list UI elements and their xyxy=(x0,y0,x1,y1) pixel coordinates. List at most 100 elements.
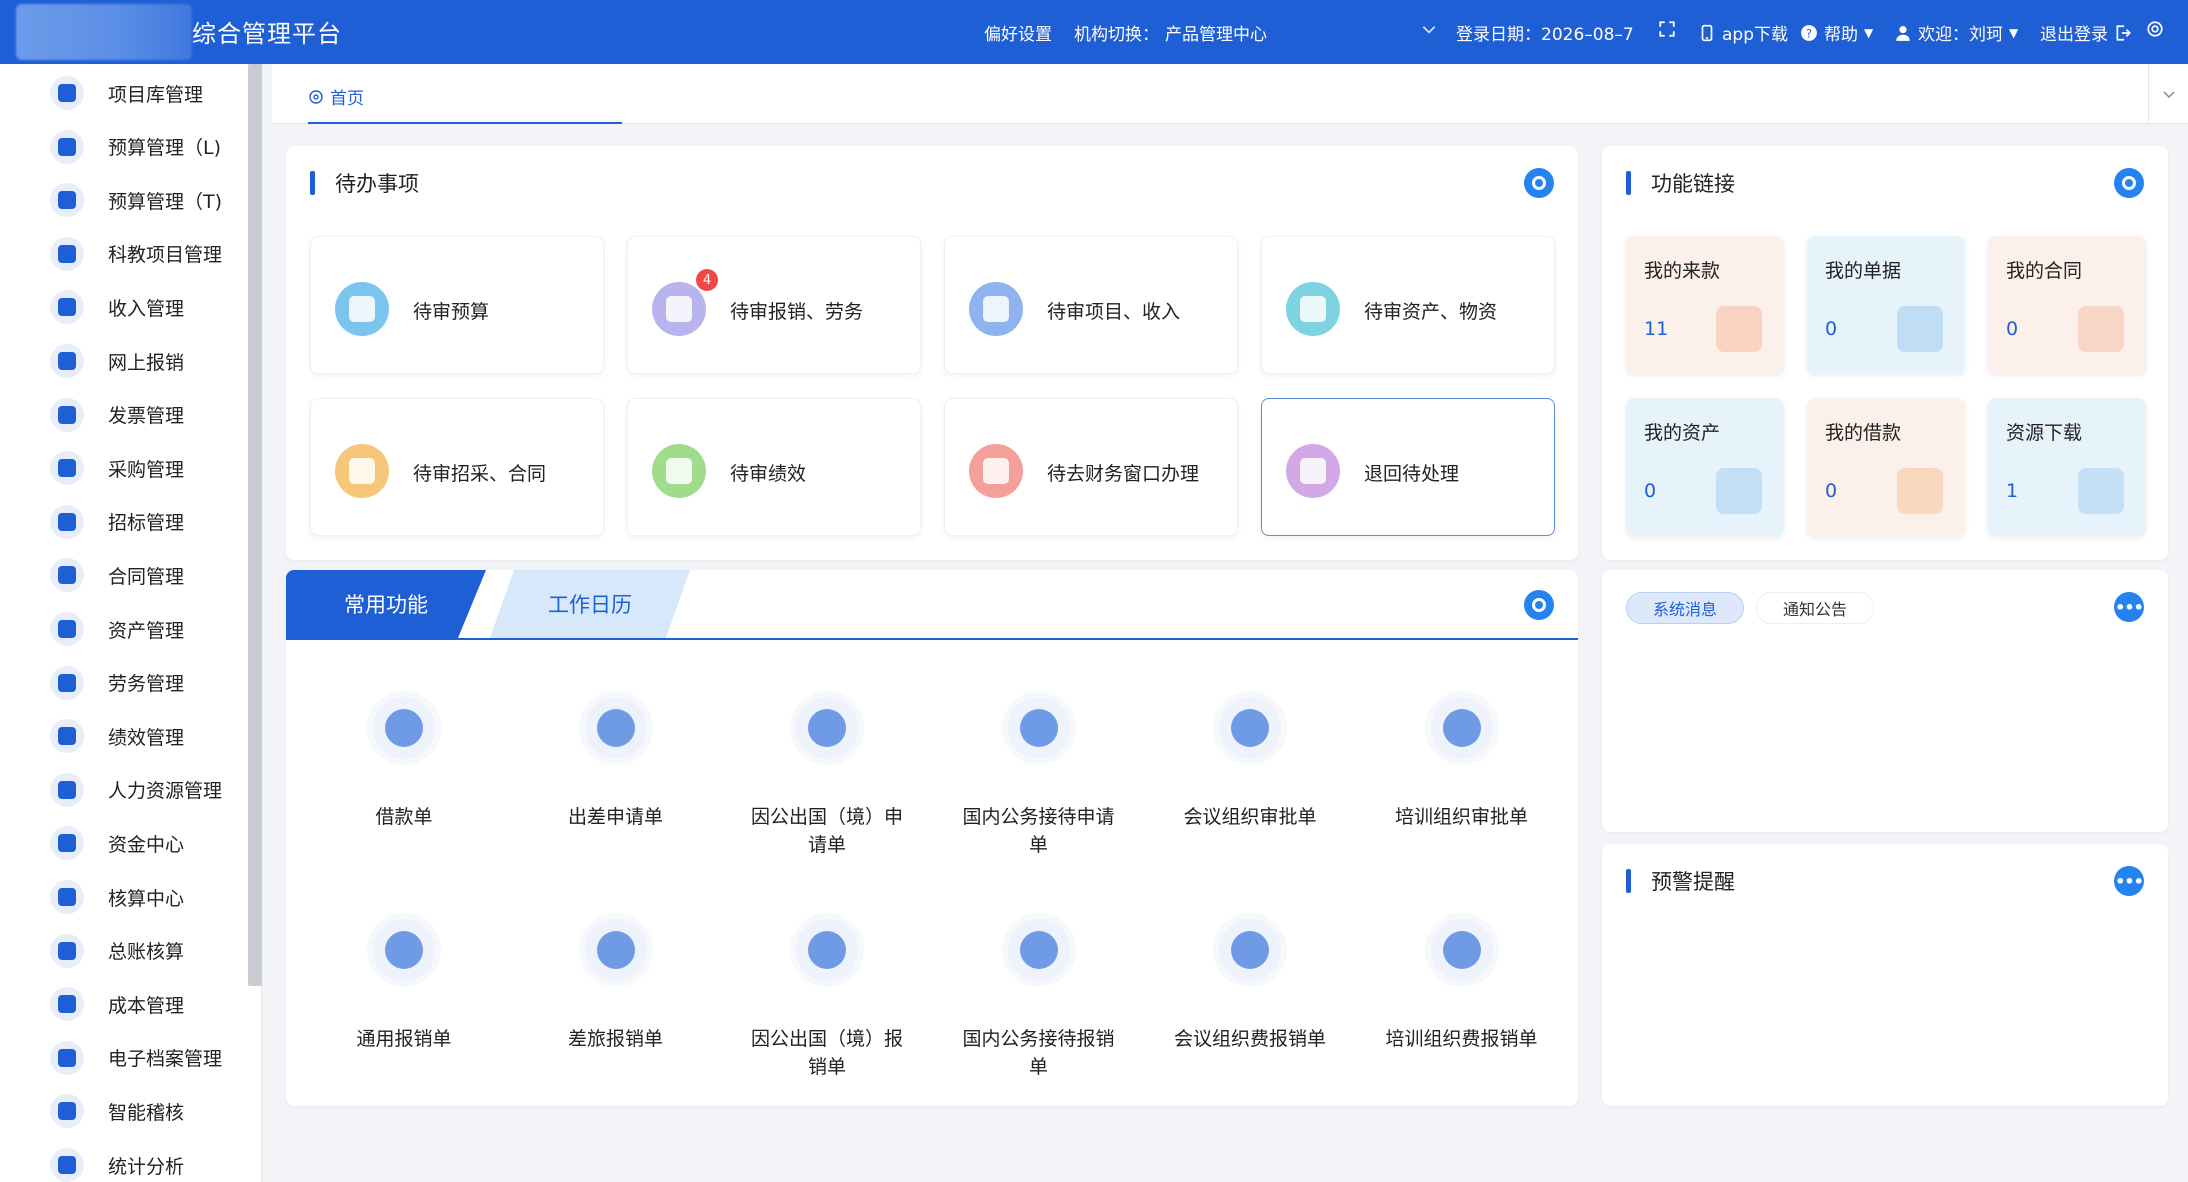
sidebar-item[interactable]: 采购管理 xyxy=(0,441,248,495)
link-card[interactable]: 我的来款 11 xyxy=(1626,236,1784,374)
help-caret-icon: ▼ xyxy=(1864,25,1874,40)
sidebar-item[interactable]: 发票管理 xyxy=(0,388,248,442)
tab-notices[interactable]: 通知公告 xyxy=(1756,592,1875,624)
link-decoration-icon xyxy=(1897,306,1943,352)
sidebar-menu-icon xyxy=(50,826,84,861)
todo-card[interactable]: 待审资产、物资 xyxy=(1261,236,1555,374)
function-label: 通用报销单 xyxy=(356,1028,452,1050)
todo-icon xyxy=(335,444,389,498)
sidebar-item[interactable]: 合同管理 xyxy=(0,548,248,602)
tab-work-calendar[interactable]: 工作日历 xyxy=(490,570,690,638)
link-title: 我的合同 xyxy=(2006,260,2083,282)
function-shortcut[interactable]: 培训组织审批单 xyxy=(1367,691,1557,831)
todo-card[interactable]: 待审项目、收入 xyxy=(944,236,1238,374)
sidebar-item[interactable]: 核算中心 xyxy=(0,870,248,924)
help-menu[interactable]: ? 帮助 ▼ xyxy=(1800,20,1873,45)
function-icon xyxy=(1213,691,1287,765)
tab-home[interactable]: 首页 xyxy=(308,84,364,109)
settings-gear-icon[interactable] xyxy=(2146,20,2164,38)
tab-common-functions[interactable]: 常用功能 xyxy=(286,570,486,638)
sidebar-item[interactable]: 资金中心 xyxy=(0,816,248,870)
link-count: 0 xyxy=(1825,480,1838,502)
sidebar-item[interactable]: 统计分析 xyxy=(0,1138,248,1182)
sidebar-menu-icon xyxy=(50,397,84,432)
preferences-link[interactable]: 偏好设置 xyxy=(984,20,1052,45)
function-label: 因公出国（境）申请单 xyxy=(750,806,903,856)
logout-button[interactable]: 退出登录 xyxy=(2040,20,2132,45)
sidebar-item-label: 收入管理 xyxy=(108,297,185,320)
sidebar-item[interactable]: 绩效管理 xyxy=(0,709,248,763)
todo-settings-gear-icon[interactable] xyxy=(1524,168,1554,198)
sidebar-item[interactable]: 项目库管理 xyxy=(0,66,248,120)
sidebar-menu-icon xyxy=(50,1094,84,1129)
sidebar-item[interactable]: 招标管理 xyxy=(0,495,248,549)
function-shortcut[interactable]: 借款单 xyxy=(309,691,499,831)
sidebar-item[interactable]: 总账核算 xyxy=(0,924,248,978)
sidebar-item[interactable]: 科教项目管理 xyxy=(0,227,248,281)
function-label: 因公出国（境）报销单 xyxy=(750,1028,903,1078)
link-card[interactable]: 我的合同 0 xyxy=(1988,236,2146,374)
function-shortcut[interactable]: 培训组织费报销单 xyxy=(1367,913,1557,1053)
link-card[interactable]: 资源下载 1 xyxy=(1988,398,2146,536)
sidebar-item[interactable]: 资产管理 xyxy=(0,602,248,656)
fullscreen-icon[interactable] xyxy=(1658,20,1676,38)
function-shortcut[interactable]: 会议组织审批单 xyxy=(1155,691,1345,831)
link-decoration-icon xyxy=(1716,468,1762,514)
sidebar-item[interactable]: 预算管理（T) xyxy=(0,173,248,227)
function-shortcut[interactable]: 出差申请单 xyxy=(521,691,711,831)
sidebar-item[interactable]: 预算管理（L) xyxy=(0,120,248,174)
function-shortcut[interactable]: 国内公务接待报销单 xyxy=(944,913,1134,1081)
function-shortcut[interactable]: 差旅报销单 xyxy=(521,913,711,1053)
function-shortcut[interactable]: 会议组织费报销单 xyxy=(1155,913,1345,1053)
function-shortcut[interactable]: 因公出国（境）报销单 xyxy=(732,913,922,1081)
link-card[interactable]: 我的资产 0 xyxy=(1626,398,1784,536)
sidebar-item[interactable]: 网上报销 xyxy=(0,334,248,388)
sidebar-menu-icon xyxy=(50,129,84,164)
function-icon xyxy=(1424,913,1499,987)
todo-card[interactable]: 退回待处理 xyxy=(1261,398,1555,536)
common-settings-gear-icon[interactable] xyxy=(1524,590,1554,620)
function-shortcut[interactable]: 因公出国（境）申请单 xyxy=(732,691,922,859)
links-settings-gear-icon[interactable] xyxy=(2114,168,2144,198)
tab-system-messages[interactable]: 系统消息 xyxy=(1626,592,1745,624)
function-label: 国内公务接待报销单 xyxy=(962,1028,1115,1078)
sidebar-item[interactable]: 智能稽核 xyxy=(0,1084,248,1138)
function-label: 出差申请单 xyxy=(567,806,663,828)
todo-title: 待办事项 xyxy=(310,168,419,198)
app-title: 综合管理平台 xyxy=(192,20,342,48)
tab-dropdown-chevron-icon[interactable] xyxy=(2148,64,2188,124)
sidebar-menu-icon xyxy=(50,1040,84,1075)
function-shortcut[interactable]: 国内公务接待申请单 xyxy=(944,691,1134,859)
link-card[interactable]: 我的借款 0 xyxy=(1807,398,1965,536)
function-shortcut[interactable]: 通用报销单 xyxy=(309,913,499,1053)
todo-label: 待审招采、合同 xyxy=(413,463,547,485)
app-download-link[interactable]: app下载 xyxy=(1698,20,1788,45)
sidebar-item[interactable]: 收入管理 xyxy=(0,280,248,334)
todo-card[interactable]: 待审报销、劳务 4 xyxy=(627,236,921,374)
sidebar-item-label: 采购管理 xyxy=(108,458,185,481)
todo-card[interactable]: 待审招采、合同 xyxy=(310,398,604,536)
help-label: 帮助 xyxy=(1824,25,1858,45)
messages-more-icon[interactable]: ••• xyxy=(2114,592,2144,622)
sidebar-item-label: 资金中心 xyxy=(108,833,185,856)
phone-icon xyxy=(1701,24,1713,41)
alerts-more-icon[interactable]: ••• xyxy=(2114,866,2144,896)
sidebar-item-label: 项目库管理 xyxy=(108,83,204,106)
sidebar-item-label: 总账核算 xyxy=(108,941,185,964)
todo-card[interactable]: 待审绩效 xyxy=(627,398,921,536)
org-switch[interactable]: 机构切换： 产品管理中心 xyxy=(1074,20,1267,45)
sidebar-item[interactable]: 人力资源管理 xyxy=(0,763,248,817)
todo-card[interactable]: 待去财务窗口办理 xyxy=(944,398,1238,536)
sidebar-item[interactable]: 电子档案管理 xyxy=(0,1031,248,1085)
org-dropdown-chevron-icon[interactable] xyxy=(1420,20,1438,38)
sidebar-scrollbar[interactable] xyxy=(248,64,262,986)
link-card[interactable]: 我的单据 0 xyxy=(1807,236,1965,374)
todo-card[interactable]: 待审预算 xyxy=(310,236,604,374)
user-menu[interactable]: 欢迎：刘珂 ▼ xyxy=(1894,20,2018,45)
sidebar-item[interactable]: 成本管理 xyxy=(0,977,248,1031)
link-decoration-icon xyxy=(1716,306,1762,352)
sidebar-item[interactable]: 劳务管理 xyxy=(0,656,248,710)
alerts-panel: 预警提醒 ••• xyxy=(1602,844,2168,1106)
sidebar-item-label: 网上报销 xyxy=(108,351,185,374)
top-bar: 综合管理平台 偏好设置 机构切换： 产品管理中心 登录日期：2026–08–7 … xyxy=(0,0,2188,64)
